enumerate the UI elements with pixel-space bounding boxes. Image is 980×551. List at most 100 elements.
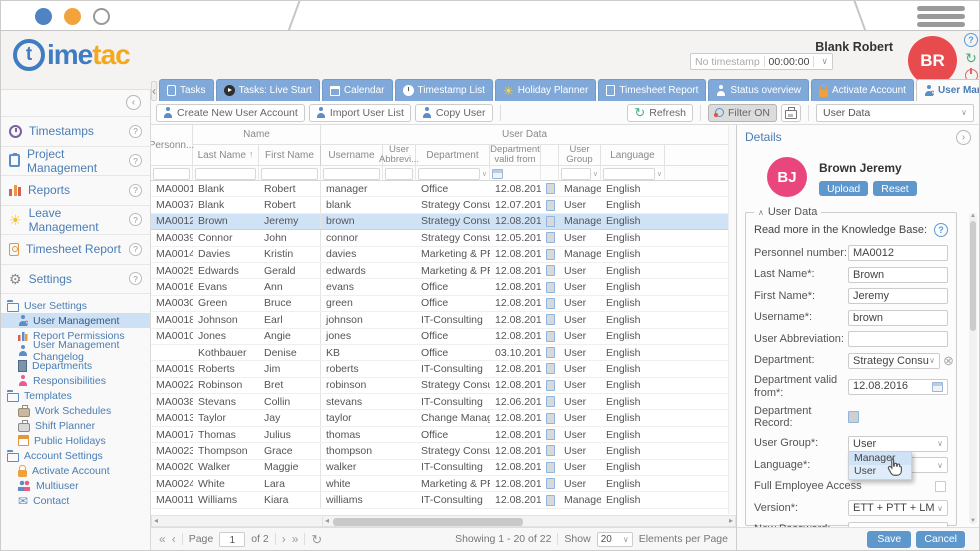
prev-page-button[interactable]: ‹ xyxy=(172,533,176,545)
timestamp-status-input[interactable]: No timestamp run... 00:00:00 ∨ xyxy=(690,53,833,70)
column-header-username[interactable]: Username xyxy=(321,145,383,166)
table-row[interactable]: MA0011WilliamsKiarawilliamsIT-Consulting… xyxy=(151,492,736,508)
record-icon[interactable] xyxy=(546,363,555,374)
save-button[interactable]: Save xyxy=(867,531,911,548)
version-select[interactable]: ETT + PTT + LM∨ xyxy=(848,500,948,516)
tree-item-responsibilities[interactable]: Responsibilities xyxy=(1,373,150,388)
record-icon[interactable] xyxy=(546,445,555,456)
copy-user-button[interactable]: Copy User xyxy=(415,104,493,122)
scroll-left-icon[interactable]: ◂ xyxy=(325,517,329,525)
print-button[interactable] xyxy=(781,104,801,122)
create-new-user-button[interactable]: Create New User Account xyxy=(156,104,305,122)
record-icon[interactable] xyxy=(546,429,555,440)
department-select[interactable]: Strategy Consultin∨ xyxy=(848,353,940,369)
table-row[interactable]: MA0016EvansAnnevansOffice12.08.2016UserE… xyxy=(151,279,736,295)
refresh-table-icon[interactable]: ↻ xyxy=(311,533,322,546)
user-abbreviation-input[interactable] xyxy=(848,331,948,347)
filter-language-select[interactable] xyxy=(603,168,655,180)
last-page-button[interactable]: » xyxy=(292,533,299,545)
filter-on-button[interactable]: Filter ON xyxy=(708,104,777,122)
scroll-down-icon[interactable]: ▼ xyxy=(969,518,977,524)
tab-status-overview[interactable]: Status overview xyxy=(708,79,809,101)
tree-item-user-management-changelog[interactable]: User Management Changelog xyxy=(1,343,150,358)
scrollbar-handle[interactable] xyxy=(333,518,523,526)
column-header-user-group[interactable]: User Group xyxy=(559,145,601,166)
scroll-left-icon[interactable]: ◂ xyxy=(154,517,158,525)
upload-button[interactable]: Upload xyxy=(819,181,868,196)
refresh-button[interactable]: ↻Refresh xyxy=(627,104,693,122)
record-icon[interactable] xyxy=(546,396,555,407)
table-row[interactable]: MA0010JonesAngiejonesOffice12.08.2016Use… xyxy=(151,329,736,345)
filter-personnel-input[interactable] xyxy=(153,168,190,180)
tree-item-account-settings[interactable]: Account Settings xyxy=(1,448,150,463)
record-icon[interactable] xyxy=(546,462,555,473)
page-number-input[interactable]: 1 xyxy=(219,532,245,547)
table-row[interactable]: MA0023ThompsonGracethompsonStrategy Cons… xyxy=(151,443,736,459)
table-row[interactable]: MA0025EdwardsGeraldedwardsMarketing & PR… xyxy=(151,263,736,279)
calendar-icon[interactable] xyxy=(492,169,503,179)
page-size-select[interactable]: 20∨ xyxy=(597,532,633,547)
record-icon[interactable] xyxy=(546,478,555,489)
next-page-button[interactable]: › xyxy=(282,533,286,545)
sidebar-item-timestamps[interactable]: Timestamps? xyxy=(1,117,150,147)
tree-item-shift-planner[interactable]: Shift Planner xyxy=(1,418,150,433)
table-row[interactable]: MA0017ThomasJuliusthomasOffice12.08.2016… xyxy=(151,427,736,443)
first-name-input[interactable]: Jeremy xyxy=(848,288,948,304)
details-expand-button[interactable]: › xyxy=(956,130,971,145)
window-dot-blue-icon[interactable] xyxy=(35,8,52,25)
tab-user-management[interactable]: User Managementx xyxy=(916,79,980,101)
reset-button[interactable]: Reset xyxy=(873,181,916,196)
column-header-department[interactable]: Department xyxy=(416,145,490,166)
first-page-button[interactable]: « xyxy=(159,533,166,545)
tree-item-user-settings[interactable]: User Settings xyxy=(1,298,150,313)
clear-icon[interactable]: ⊗ xyxy=(943,354,954,367)
column-header-user-abbreviation[interactable]: User Abbrevi... xyxy=(383,145,416,166)
record-icon[interactable] xyxy=(546,200,555,211)
table-row[interactable]: MA0039ConnorJohnconnorStrategy Consultin… xyxy=(151,230,736,246)
help-icon[interactable]: ? xyxy=(129,184,142,197)
tab-calendar[interactable]: Calendar xyxy=(322,79,393,101)
hamburger-menu-icon[interactable] xyxy=(917,6,965,27)
filter-abbreviation-input[interactable] xyxy=(385,168,413,180)
record-icon[interactable] xyxy=(546,282,555,293)
table-row[interactable]: MA0018JohnsonEarljohnsonIT-Consulting12.… xyxy=(151,312,736,328)
filter-last-name-input[interactable] xyxy=(195,168,256,180)
record-icon[interactable] xyxy=(546,495,555,506)
view-mode-select[interactable]: User Data ∨ xyxy=(816,104,974,122)
column-header-department-valid-from[interactable]: Department valid from xyxy=(490,145,541,166)
user-avatar[interactable]: BR xyxy=(908,36,957,85)
record-icon[interactable] xyxy=(546,183,555,194)
tree-item-activate-account[interactable]: Activate Account xyxy=(1,463,150,478)
sidebar-item-timesheet-report[interactable]: Timesheet Report? xyxy=(1,235,150,265)
table-row[interactable]: MA0012BrownJeremybrownStrategy Consultin… xyxy=(151,214,736,230)
record-icon[interactable] xyxy=(546,413,555,424)
import-user-list-button[interactable]: Import User List xyxy=(309,104,411,122)
table-row[interactable]: MA0019RobertsJimrobertsIT-Consulting12.0… xyxy=(151,361,736,377)
tree-item-user-management[interactable]: User Management xyxy=(1,313,150,328)
table-row[interactable]: MA0030GreenBrucegreenOffice12.08.2016Use… xyxy=(151,296,736,312)
table-row[interactable]: MA0013TaylorJaytaylorChange Management12… xyxy=(151,410,736,426)
record-icon[interactable] xyxy=(546,298,555,309)
last-name-input[interactable]: Brown xyxy=(848,267,948,283)
help-icon[interactable]: ? xyxy=(129,125,142,138)
tab-activate-account[interactable]: Activate Account xyxy=(811,79,914,101)
calendar-icon[interactable] xyxy=(932,382,943,392)
cancel-button[interactable]: Cancel xyxy=(916,531,965,548)
scroll-up-icon[interactable]: ▲ xyxy=(969,213,977,219)
column-header-last-name[interactable]: Last Name↑ xyxy=(193,145,259,166)
tab-timestamp-list[interactable]: Timestamp List xyxy=(395,79,493,101)
help-icon[interactable]: ? xyxy=(129,154,142,167)
frozen-columns-scrollbar[interactable]: ◂ xyxy=(151,515,323,527)
record-icon[interactable] xyxy=(546,347,555,358)
help-icon[interactable]: ? xyxy=(129,272,142,285)
table-row[interactable]: MA0014DaviesKristindaviesMarketing & PR1… xyxy=(151,247,736,263)
refresh-icon[interactable]: ↻ xyxy=(964,51,978,65)
user-group-select[interactable]: User∨ xyxy=(848,436,948,452)
tab-tasks[interactable]: Tasks xyxy=(159,79,214,101)
record-icon[interactable] xyxy=(546,314,555,325)
tree-item-public-holidays[interactable]: Public Holidays xyxy=(1,433,150,448)
details-scrollbar[interactable]: ▲ ▼ xyxy=(969,213,977,524)
full-employee-access-checkbox[interactable] xyxy=(935,481,946,492)
column-header-language[interactable]: Language xyxy=(601,145,665,166)
record-icon[interactable] xyxy=(546,331,555,342)
